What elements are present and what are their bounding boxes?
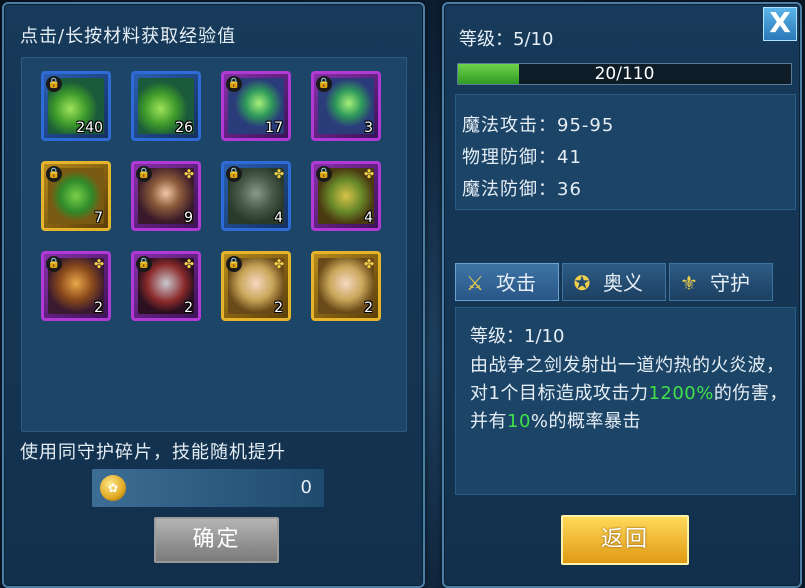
tab-mystery-label: 奥义 [603,271,643,295]
material-count: 17 [265,120,283,136]
material-slot[interactable]: 🔒 17 [221,71,291,141]
material-slot[interactable]: 🔒 ✤ 2 [41,251,111,321]
clover-badge-icon: ✤ [183,167,194,181]
material-slot[interactable]: 🔒 ✤ 2 [131,251,201,321]
material-count: 240 [76,120,103,136]
clover-badge-icon: ✤ [183,257,194,271]
material-slot[interactable]: ✤ 2 [311,251,381,321]
material-slot[interactable]: 🔒 ✤ 2 [221,251,291,321]
tab-attack[interactable]: ⚔ 攻击 [455,263,559,301]
material-slot[interactable]: 🔒 240 [41,71,111,141]
gold-coin-icon: ✿ [100,475,126,501]
lock-icon: 🔒 [46,76,62,92]
lock-icon: 🔒 [46,256,62,272]
material-count: 2 [184,300,193,316]
lock-icon: 🔒 [46,166,62,182]
tab-guard-label: 守护 [710,271,750,295]
xp-progress-text: 20/110 [594,64,655,84]
material-slot[interactable]: 🔒 3 [311,71,381,141]
material-slot[interactable]: 🔒 ✤ 9 [131,161,201,231]
back-button[interactable]: 返回 [561,515,689,565]
shield-trident-icon: ⚜ [680,271,698,295]
clover-badge-icon: ✤ [363,167,374,181]
material-count: 9 [184,210,193,226]
lock-icon: 🔒 [226,166,242,182]
material-count: 2 [94,300,103,316]
sword-icon: ⚔ [466,271,484,295]
material-count: 4 [364,210,373,226]
material-panel: 点击/长按材料获取经验值 🔒 240 26 🔒 17 🔒 3 🔒 7 🔒 ✤ 9 🔒 ✤ 4 🔒 ✤ 4 🔒 ✤ 2 🔒 ✤… [2,2,425,588]
material-slot[interactable]: 🔒 7 [41,161,111,231]
skill-panel: X 等级：5/10 20/110 魔法攻击：95-95 物理防御：41 魔法防御… [442,2,802,588]
emblem-icon: ✪ [573,271,591,295]
lock-icon: 🔒 [136,166,152,182]
material-count: 7 [94,210,103,226]
material-count: 2 [364,300,373,316]
material-count: 26 [175,120,193,136]
clover-badge-icon: ✤ [93,257,104,271]
material-count: 4 [274,210,283,226]
tab-mystery[interactable]: ✪ 奥义 [562,263,666,301]
hero-level-text: 等级：5/10 [459,29,554,50]
material-grid: 🔒 240 26 🔒 17 🔒 3 🔒 7 🔒 ✤ 9 🔒 ✤ 4 🔒 ✤ 4 🔒 ✤ 2 🔒 ✤ 2 🔒 ✤ 2 ✤ 2 [21,57,407,432]
skill-crit-percent: 10 [507,411,531,432]
lock-icon: 🔒 [136,256,152,272]
coin-value: 0 [300,477,312,498]
coin-bar: ✿ 0 [92,469,324,507]
material-slot[interactable]: 🔒 ✤ 4 [221,161,291,231]
xp-progress-bar: 20/110 [457,63,792,85]
close-button[interactable]: X [763,7,797,41]
tab-guard[interactable]: ⚜ 守护 [669,263,773,301]
material-slot[interactable]: 🔒 ✤ 4 [311,161,381,231]
skill-desc-part3: %的概率暴击 [530,411,642,432]
lock-icon: 🔒 [226,76,242,92]
fragment-hint-text: 使用同守护碎片，技能随机提升 [20,442,286,463]
material-count: 3 [364,120,373,136]
stat-physical-defense: 物理防御：41 [462,147,582,168]
tab-attack-label: 攻击 [496,271,536,295]
material-slot[interactable]: 26 [131,71,201,141]
material-count: 2 [274,300,283,316]
stat-magic-attack: 魔法攻击：95-95 [462,115,615,136]
skill-damage-percent: 1200% [648,383,714,404]
clover-badge-icon: ✤ [273,167,284,181]
skill-level-text: 等级：1/10 [470,326,565,347]
clover-badge-icon: ✤ [273,257,284,271]
lock-icon: 🔒 [226,256,242,272]
lock-icon: 🔒 [316,76,332,92]
skill-description: 由战争之剑发射出一道灼热的火炎波，对1个目标造成攻击力1200%的伤害，并有10… [470,352,792,436]
stats-box: 魔法攻击：95-95 物理防御：41 魔法防御：36 [455,94,796,210]
confirm-button[interactable]: 确定 [154,517,279,563]
lock-icon: 🔒 [316,166,332,182]
skill-description-box: 等级：1/10 由战争之剑发射出一道灼热的火炎波，对1个目标造成攻击力1200%… [455,307,796,495]
material-panel-title: 点击/长按材料获取经验值 [20,26,237,47]
stat-magic-defense: 魔法防御：36 [462,179,582,200]
clover-badge-icon: ✤ [363,257,374,271]
